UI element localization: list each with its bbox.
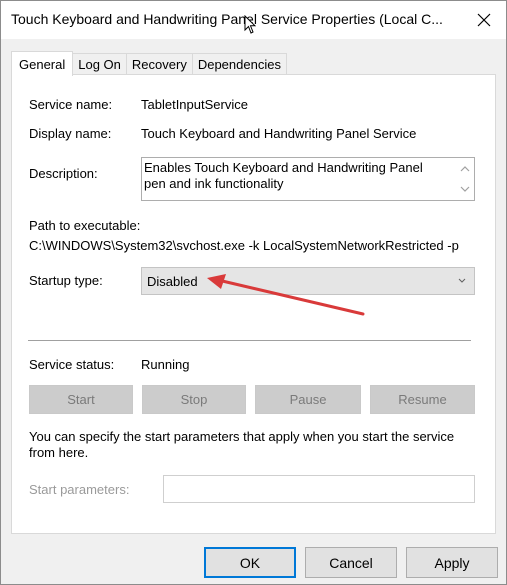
mouse-cursor-icon <box>244 15 256 34</box>
apply-button[interactable]: Apply <box>406 547 498 578</box>
description-text: Enables Touch Keyboard and Handwriting P… <box>144 160 423 191</box>
cancel-button[interactable]: Cancel <box>305 547 397 578</box>
resume-button[interactable]: Resume <box>370 385 475 414</box>
tab-recovery[interactable]: Recovery <box>125 53 193 75</box>
startup-type-value: Disabled <box>147 274 198 289</box>
ok-button[interactable]: OK <box>204 547 296 578</box>
close-button[interactable] <box>462 1 506 39</box>
tab-strip: General Log On Recovery Dependencies <box>11 50 287 76</box>
chevron-up-icon[interactable] <box>460 164 470 174</box>
path-label: Path to executable: <box>29 218 141 233</box>
chevron-down-icon[interactable] <box>460 184 470 194</box>
description-scrollbar[interactable] <box>457 158 474 200</box>
display-name-value: Touch Keyboard and Handwriting Panel Ser… <box>141 126 417 141</box>
startup-type-label: Startup type: <box>29 273 103 288</box>
path-value: C:\WINDOWS\System32\svchost.exe -k Local… <box>29 238 459 253</box>
display-name-label: Display name: <box>29 126 112 141</box>
description-box[interactable]: Enables Touch Keyboard and Handwriting P… <box>141 157 475 201</box>
tab-log-on[interactable]: Log On <box>72 53 127 75</box>
service-status-label: Service status: <box>29 357 115 372</box>
properties-dialog: Touch Keyboard and Handwriting Panel Ser… <box>0 0 507 585</box>
stop-button[interactable]: Stop <box>142 385 246 414</box>
start-button[interactable]: Start <box>29 385 133 414</box>
tab-dependencies[interactable]: Dependencies <box>191 53 287 75</box>
start-params-input[interactable] <box>163 475 475 503</box>
service-status-value: Running <box>141 357 190 372</box>
start-params-label: Start parameters: <box>29 482 130 497</box>
window-title: Touch Keyboard and Handwriting Panel Ser… <box>11 11 443 27</box>
pause-button[interactable]: Pause <box>255 385 361 414</box>
start-params-info: You can specify the start parameters tha… <box>29 429 455 460</box>
description-label: Description: <box>29 166 98 181</box>
separator <box>28 340 471 342</box>
chevron-down-icon <box>458 278 466 283</box>
close-icon <box>477 13 491 27</box>
tab-general[interactable]: General <box>11 51 74 76</box>
service-name-value: TabletInputService <box>141 97 248 112</box>
annotation-arrow-icon <box>207 274 365 316</box>
service-name-label: Service name: <box>29 97 113 112</box>
